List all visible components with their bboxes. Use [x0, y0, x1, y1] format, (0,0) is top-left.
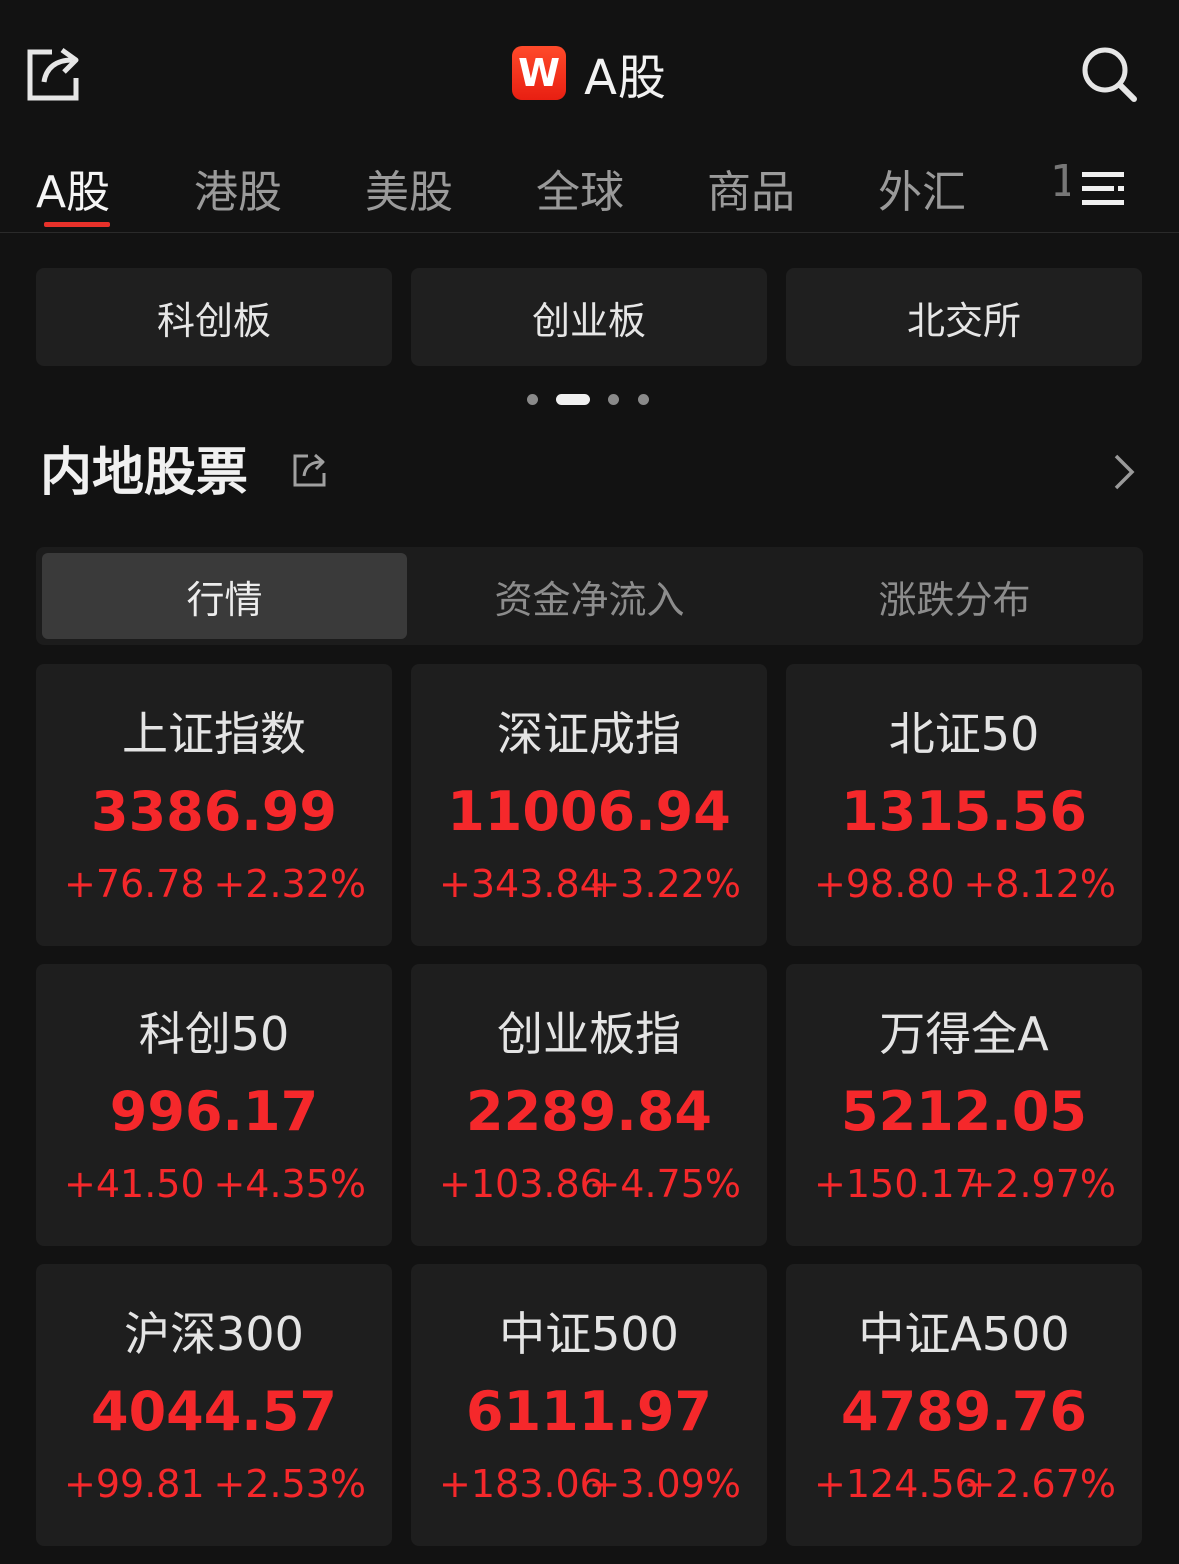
pager-dot-active [556, 394, 590, 405]
page-title: A股 [584, 50, 667, 106]
search-icon[interactable] [1079, 44, 1139, 104]
index-value: 11006.94 [447, 780, 731, 843]
index-value: 4044.57 [91, 1380, 337, 1443]
index-change: +150.17 [814, 1162, 979, 1206]
index-value: 4789.76 [841, 1380, 1087, 1443]
board-chinext[interactable]: 创业板 [411, 268, 767, 366]
pager-dots [0, 394, 1179, 406]
index-name: 深证成指 [497, 707, 681, 761]
index-card[interactable]: 创业板指 2289.84 +103.86 +4.75% [411, 964, 767, 1246]
index-name: 中证A500 [858, 1307, 1070, 1361]
top-bar: W A股 [0, 0, 1179, 140]
index-change-percent: +2.32% [213, 862, 366, 906]
index-name: 北证50 [888, 707, 1040, 761]
tab-commodities[interactable]: 商品 [707, 156, 795, 220]
view-segmented-control: 行情 资金净流入 涨跌分布 [36, 547, 1143, 645]
index-value: 6111.97 [466, 1380, 712, 1443]
index-name: 沪深300 [124, 1307, 304, 1361]
index-card[interactable]: 深证成指 11006.94 +343.84 +3.22% [411, 664, 767, 946]
index-change-percent: +2.97% [963, 1162, 1116, 1206]
index-card[interactable]: 沪深300 4044.57 +99.81 +2.53% [36, 1264, 392, 1546]
index-change: +99.81 [64, 1462, 205, 1506]
menu-icon[interactable] [1070, 166, 1134, 222]
index-name: 中证500 [499, 1307, 679, 1361]
index-change: +183.06 [439, 1462, 604, 1506]
tab-a-shares[interactable]: A股 [36, 156, 110, 220]
index-name: 万得全A [879, 1007, 1049, 1061]
index-card[interactable]: 科创50 996.17 +41.50 +4.35% [36, 964, 392, 1246]
market-tabs: A股 港股 美股 全球 商品 外汇 1 [0, 150, 1179, 233]
index-change-percent: +3.09% [588, 1462, 741, 1506]
index-card[interactable]: 中证A500 4789.76 +124.56 +2.67% [786, 1264, 1142, 1546]
index-change-percent: +8.12% [963, 862, 1116, 906]
index-change-percent: +4.75% [588, 1162, 741, 1206]
index-name: 创业板指 [497, 1007, 681, 1061]
index-change: +103.86 [439, 1162, 604, 1206]
index-value: 5212.05 [841, 1080, 1087, 1143]
index-change-percent: +4.35% [213, 1162, 366, 1206]
index-change-percent: +3.22% [588, 862, 741, 906]
index-value: 3386.99 [91, 780, 337, 843]
share-icon[interactable] [290, 450, 330, 490]
segment-net-inflow[interactable]: 资金净流入 [407, 553, 772, 639]
index-change-percent: +2.67% [963, 1462, 1116, 1506]
board-bse[interactable]: 北交所 [786, 268, 1142, 366]
active-tab-indicator [44, 222, 110, 227]
index-change: +41.50 [64, 1162, 205, 1206]
index-change-percent: +2.53% [213, 1462, 366, 1506]
app-title-group: W A股 [0, 40, 1179, 106]
index-value: 996.17 [109, 1080, 319, 1143]
index-change: +124.56 [814, 1462, 979, 1506]
pager-dot [638, 394, 649, 405]
board-star-market[interactable]: 科创板 [36, 268, 392, 366]
index-card[interactable]: 中证500 6111.97 +183.06 +3.09% [411, 1264, 767, 1546]
pager-dot [527, 394, 538, 405]
index-card[interactable]: 万得全A 5212.05 +150.17 +2.97% [786, 964, 1142, 1246]
index-change: +98.80 [814, 862, 955, 906]
app-logo: W [512, 46, 567, 100]
index-value: 2289.84 [466, 1080, 712, 1143]
index-card[interactable]: 北证50 1315.56 +98.80 +8.12% [786, 664, 1142, 946]
tab-hk-shares[interactable]: 港股 [194, 156, 282, 220]
index-card[interactable]: 上证指数 3386.99 +76.78 +2.32% [36, 664, 392, 946]
index-name: 科创50 [138, 1007, 290, 1061]
index-value: 1315.56 [841, 780, 1087, 843]
tab-forex[interactable]: 外汇 [878, 156, 966, 220]
tab-us-shares[interactable]: 美股 [365, 156, 453, 220]
section-title: 内地股票 [40, 443, 249, 503]
index-name: 上证指数 [122, 707, 306, 761]
index-change: +76.78 [64, 862, 205, 906]
segment-distribution[interactable]: 涨跌分布 [772, 553, 1137, 639]
pager-dot [608, 394, 619, 405]
segment-quotes[interactable]: 行情 [42, 553, 407, 639]
chevron-right-icon[interactable] [1108, 452, 1138, 492]
index-change: +343.84 [439, 862, 604, 906]
tab-global[interactable]: 全球 [536, 156, 624, 220]
